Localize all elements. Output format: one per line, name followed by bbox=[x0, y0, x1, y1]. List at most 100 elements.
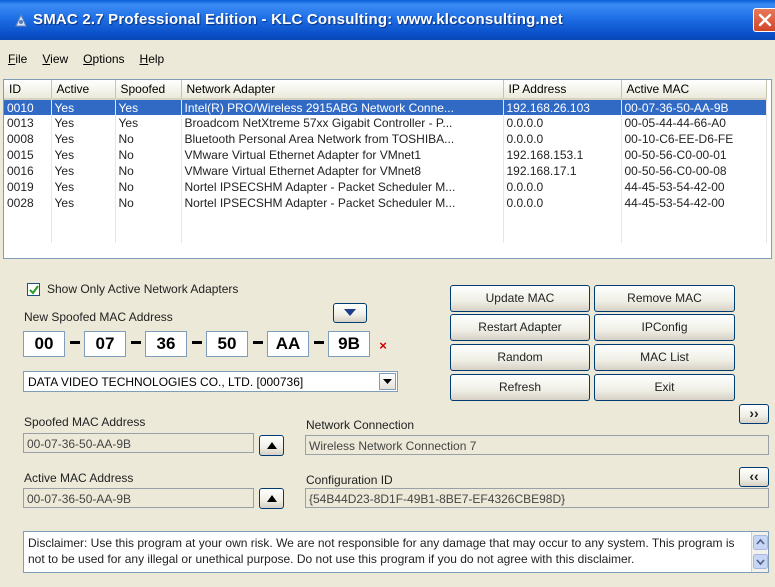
adapter-active-cell: Yes bbox=[51, 179, 116, 195]
triangle-down-icon bbox=[344, 309, 356, 316]
table-row[interactable]: 0015 Yes No VMware Virtual Ethernet Adapter… bbox=[4, 147, 767, 163]
adapter-list[interactable]: ID Active Spoofed Network Adapter IP Add… bbox=[3, 79, 772, 259]
adapter-mac-cell: 00-07-36-50-AA-9B bbox=[621, 99, 767, 115]
empty-cell bbox=[4, 227, 52, 243]
table-row[interactable]: 0028 Yes No Nortel IPSECSHM Adapter - Packe… bbox=[4, 195, 767, 211]
active-mac-label: Active MAC Address bbox=[24, 471, 134, 485]
mac-octet-5[interactable]: AA bbox=[267, 331, 309, 357]
window-title: SMAC 2.7 Professional Edition - KLC Cons… bbox=[33, 11, 563, 28]
adapter-spoofed-cell: No bbox=[115, 131, 182, 147]
restart-adapter-button[interactable]: Restart Adapter bbox=[450, 314, 590, 341]
menu-options-rest: ptions bbox=[92, 52, 125, 66]
adapter-active-cell: Yes bbox=[51, 163, 116, 179]
adapter-active-cell: Yes bbox=[51, 131, 116, 147]
adapter-table: ID Active Spoofed Network Adapter IP Add… bbox=[4, 80, 767, 243]
menu-help[interactable]: Help bbox=[132, 48, 172, 70]
menu-options[interactable]: Options bbox=[75, 48, 131, 70]
vendor-select[interactable]: DATA VIDEO TECHNOLOGIES CO., LTD. [00073… bbox=[23, 371, 398, 392]
mac-octet-6[interactable]: 9B bbox=[328, 331, 370, 357]
update-mac-button[interactable]: Update MAC bbox=[450, 285, 590, 312]
configuration-id-label: Configuration ID bbox=[306, 473, 393, 487]
empty-cell bbox=[621, 227, 767, 243]
mac-dropdown-button[interactable] bbox=[333, 303, 367, 323]
new-mac-label: New Spoofed MAC Address bbox=[24, 310, 173, 324]
column-header-ip-address[interactable]: IP Address bbox=[503, 80, 622, 100]
column-header-spoofed[interactable]: Spoofed bbox=[115, 80, 182, 100]
exit-button[interactable]: Exit bbox=[594, 374, 735, 401]
collapse-button[interactable]: ‹‹ bbox=[739, 467, 769, 487]
vendor-select-arrow[interactable] bbox=[379, 373, 396, 390]
mac-octet-4[interactable]: 50 bbox=[206, 331, 248, 357]
adapter-id-cell: 0028 bbox=[4, 195, 52, 211]
disclaimer-text: Disclaimer: Use this program at your own… bbox=[28, 536, 735, 566]
table-row[interactable]: 0013 Yes Yes Broadcom NetXtreme 57xx Gigabi… bbox=[4, 115, 767, 131]
menu-help-rest: elp bbox=[148, 52, 165, 66]
empty-cell bbox=[181, 227, 504, 243]
show-only-active-label[interactable]: Show Only Active Network Adapters bbox=[47, 282, 238, 296]
column-header-active-mac[interactable]: Active MAC bbox=[621, 80, 767, 100]
menu-view-accel: V bbox=[42, 52, 51, 66]
menu-file[interactable]: File bbox=[0, 48, 34, 70]
table-header-row: ID Active Spoofed Network Adapter IP Add… bbox=[4, 80, 767, 100]
remove-mac-button[interactable]: Remove MAC bbox=[594, 285, 735, 312]
column-header-id[interactable]: ID bbox=[4, 80, 52, 100]
show-only-active-checkbox[interactable] bbox=[27, 283, 40, 296]
menu-bar: File View Options Help bbox=[0, 48, 775, 70]
table-row[interactable]: 0019 Yes No Nortel IPSECSHM Adapter - Packe… bbox=[4, 179, 767, 195]
adapter-spoofed-cell: Yes bbox=[115, 115, 182, 131]
adapter-mac-cell: 00-50-56-C0-00-01 bbox=[621, 147, 767, 163]
empty-cell bbox=[181, 211, 504, 227]
table-row[interactable]: 0016 Yes No VMware Virtual Ethernet Adapter… bbox=[4, 163, 767, 179]
adapter-spoofed-cell: No bbox=[115, 195, 182, 211]
chevron-down-icon bbox=[383, 379, 392, 384]
active-mac-copy-button[interactable] bbox=[259, 488, 284, 509]
close-icon bbox=[758, 13, 772, 27]
expand-button[interactable]: ›› bbox=[739, 404, 769, 424]
scroll-down-icon[interactable] bbox=[753, 554, 768, 569]
adapter-ip-cell: 192.168.153.1 bbox=[503, 147, 622, 163]
adapter-mac-cell: 44-45-53-54-42-00 bbox=[621, 195, 767, 211]
table-row[interactable]: 0010 Yes Yes Intel(R) PRO/Wireless 2915ABG … bbox=[4, 99, 767, 115]
column-header-network-adapter[interactable]: Network Adapter bbox=[181, 80, 504, 100]
network-connection-label: Network Connection bbox=[306, 418, 415, 432]
disclaimer-box[interactable]: Disclaimer: Use this program at your own… bbox=[23, 531, 769, 573]
adapter-id-cell: 0013 bbox=[4, 115, 52, 131]
close-button[interactable] bbox=[753, 8, 775, 32]
adapter-name-cell: VMware Virtual Ethernet Adapter for VMne… bbox=[181, 163, 504, 179]
refresh-button[interactable]: Refresh bbox=[450, 374, 590, 401]
adapter-name-cell: VMware Virtual Ethernet Adapter for VMne… bbox=[181, 147, 504, 163]
scroll-up-icon[interactable] bbox=[753, 535, 768, 550]
random-button[interactable]: Random bbox=[450, 344, 590, 371]
spoofed-mac-copy-button[interactable] bbox=[259, 435, 284, 456]
octet-separator bbox=[192, 341, 202, 344]
mac-octet-3[interactable]: 36 bbox=[145, 331, 187, 357]
vendor-select-value: DATA VIDEO TECHNOLOGIES CO., LTD. [00073… bbox=[28, 375, 304, 389]
table-row[interactable]: 0008 Yes No Bluetooth Personal Area Network… bbox=[4, 131, 767, 147]
configuration-id-field: {54B44D23-8D1F-49B1-8BE7-EF4326CBE98D} bbox=[305, 488, 769, 508]
adapter-ip-cell: 0.0.0.0 bbox=[503, 115, 622, 131]
mac-octet-1[interactable]: 00 bbox=[23, 331, 65, 357]
empty-cell bbox=[503, 227, 622, 243]
adapter-active-cell: Yes bbox=[51, 147, 116, 163]
title-bar[interactable]: SMAC 2.7 Professional Edition - KLC Cons… bbox=[0, 0, 775, 40]
octet-separator bbox=[131, 341, 141, 344]
mac-octet-2[interactable]: 07 bbox=[84, 331, 126, 357]
active-mac-field: 00-07-36-50-AA-9B bbox=[23, 488, 254, 508]
clear-mac-button[interactable]: × bbox=[376, 339, 390, 353]
spoofed-mac-label: Spoofed MAC Address bbox=[24, 415, 146, 429]
adapter-name-cell: Intel(R) PRO/Wireless 2915ABG Network Co… bbox=[181, 99, 504, 115]
adapter-mac-cell: 44-45-53-54-42-00 bbox=[621, 179, 767, 195]
adapter-ip-cell: 0.0.0.0 bbox=[503, 131, 622, 147]
menu-view[interactable]: View bbox=[34, 48, 75, 70]
menu-options-accel: O bbox=[83, 52, 93, 66]
adapter-name-cell: Nortel IPSECSHM Adapter - Packet Schedul… bbox=[181, 179, 504, 195]
empty-cell bbox=[51, 227, 116, 243]
adapter-spoofed-cell: Yes bbox=[115, 99, 182, 115]
mac-list-button[interactable]: MAC List bbox=[594, 344, 735, 371]
triangle-up-icon bbox=[267, 442, 277, 449]
column-header-active[interactable]: Active bbox=[51, 80, 116, 100]
adapter-active-cell: Yes bbox=[51, 115, 116, 131]
disclaimer-scrollbar[interactable] bbox=[751, 532, 768, 572]
adapter-table-body: 0010 Yes Yes Intel(R) PRO/Wireless 2915ABG … bbox=[4, 99, 767, 243]
ipconfig-button[interactable]: IPConfig bbox=[594, 314, 735, 341]
